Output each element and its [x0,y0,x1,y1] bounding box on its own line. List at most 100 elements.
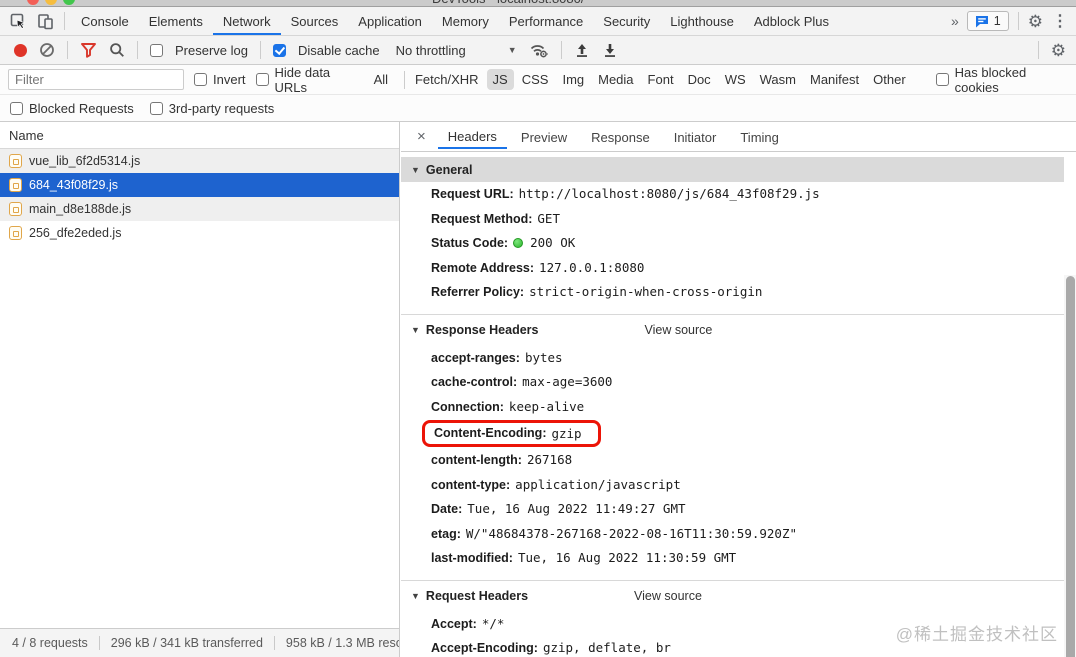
filter-type-js[interactable]: JS [486,69,514,90]
clear-requests-icon[interactable] [39,42,55,58]
filter-input[interactable] [8,69,184,90]
status-ok-dot-icon [513,238,524,248]
filter-type-doc[interactable]: Doc [682,69,717,90]
scrollbar-thumb[interactable] [1065,276,1075,657]
tab-network[interactable]: Network [212,7,281,35]
collapse-triangle-icon: ▼ [411,325,420,335]
tab-preview[interactable]: Preview [511,125,577,148]
request-details-pane: × Headers Preview Response Initiator Tim… [401,122,1076,657]
record-button[interactable] [14,43,27,57]
resources-size: 958 kB / 1.3 MB resources [285,636,399,650]
export-har-icon[interactable] [602,42,618,58]
tab-initiator[interactable]: Initiator [664,125,727,148]
divider [67,41,68,59]
filter-type-fetch-xhr[interactable]: Fetch/XHR [409,69,485,90]
preserve-log-checkbox[interactable] [150,43,163,57]
network-settings-gear-icon[interactable]: ⚙ [1051,42,1066,59]
more-tabs-chevron-icon[interactable]: » [951,13,959,29]
header-name: Request URL: [431,187,514,201]
details-tabbar: × Headers Preview Response Initiator Tim… [401,122,1076,152]
header-name: Date: [431,502,463,516]
issues-badge[interactable]: 1 [966,11,1009,31]
settings-gear-icon[interactable]: ⚙ [1028,13,1043,30]
divider [273,636,275,650]
header-name: etag: [431,526,461,541]
filter-type-media[interactable]: Media [592,69,639,90]
header-name: Status Code: [431,236,509,250]
network-conditions-icon[interactable] [529,42,549,58]
has-blocked-cookies-checkbox[interactable] [935,73,949,86]
filter-type-wasm[interactable]: Wasm [754,69,802,90]
disable-cache-label: Disable cache [297,42,380,58]
more-options-icon[interactable]: ⋮ [1052,11,1068,31]
request-row[interactable]: vue_lib_6f2d5314.js [0,149,399,173]
filter-type-css[interactable]: CSS [516,69,555,90]
inspect-element-icon[interactable] [10,13,27,30]
header-name: Request Method: [431,211,533,226]
tab-sources[interactable]: Sources [281,7,349,35]
divider [137,41,138,59]
tab-application[interactable]: Application [348,7,432,35]
filter-funnel-icon[interactable] [80,42,97,58]
third-party-requests-checkbox[interactable] [149,101,163,115]
disable-cache-checkbox[interactable] [272,43,286,57]
tab-elements[interactable]: Elements [139,7,213,35]
header-value: gzip [551,426,582,441]
filter-type-ws[interactable]: WS [719,69,752,90]
close-traffic-light[interactable] [27,0,39,5]
view-source-link[interactable]: View source [634,589,702,603]
blocked-requests-checkbox[interactable] [10,101,23,115]
header-row: Request Method: GET [401,207,1064,232]
header-name: Accept-Encoding: [431,641,538,655]
throttling-select[interactable]: No throttling ▼ [396,43,517,58]
invert-checkbox[interactable] [194,73,207,86]
header-row: Referrer Policy: strict-origin-when-cross… [401,280,1064,305]
tab-adblock-plus[interactable]: Adblock Plus [744,7,839,35]
header-value: W/"48684378-267168-2022-08-16T11:30:59.9… [465,525,798,541]
tab-timing[interactable]: Timing [730,125,789,148]
request-name: 256_dfe2eded.js [29,226,122,240]
header-value: 267168 [526,452,573,467]
request-row[interactable]: 256_dfe2eded.js [0,221,399,245]
header-row: last-modified: Tue, 16 Aug 2022 11:30:59 … [401,546,1064,571]
tab-headers[interactable]: Headers [437,124,507,149]
response-headers-section-header[interactable]: ▼ Response Headers View source [401,313,1064,346]
request-row-selected[interactable]: 684_43f08f29.js [0,173,399,197]
filter-type-font[interactable]: Font [642,69,680,90]
request-row[interactable]: main_d8e188de.js [0,197,399,221]
hide-data-urls-checkbox[interactable] [255,73,269,86]
device-toolbar-icon[interactable] [37,13,54,30]
collapse-triangle-icon: ▼ [411,164,420,175]
request-name: main_d8e188de.js [29,202,132,216]
import-har-icon[interactable] [574,42,590,58]
header-name: Connection: [431,399,504,414]
filter-type-other[interactable]: Other [867,69,912,90]
header-value: Tue, 16 Aug 2022 11:30:59 GMT [517,550,737,565]
tab-console[interactable]: Console [71,7,139,35]
tab-memory[interactable]: Memory [432,7,499,35]
divider [98,636,100,650]
header-value: strict-origin-when-cross-origin [529,284,763,299]
header-row: etag: W/"48684378-267168-2022-08-16T11:30… [401,522,1064,547]
request-headers-section-header[interactable]: ▼ Request Headers View source [401,579,1064,612]
close-icon[interactable]: × [409,128,434,145]
header-name: Accept: [431,616,477,631]
general-section-header[interactable]: ▼ General [401,157,1064,182]
section-title: Request Headers [425,589,529,603]
header-value: max-age=3600 [522,374,613,389]
maximize-traffic-light[interactable] [63,0,75,5]
tab-performance[interactable]: Performance [499,7,593,35]
minimize-traffic-light[interactable] [45,0,57,5]
mac-titlebar: DevTools - localhost:8080/ [0,0,1076,7]
tab-security[interactable]: Security [593,7,660,35]
view-source-link[interactable]: View source [644,323,712,337]
tab-lighthouse[interactable]: Lighthouse [660,7,744,35]
filter-type-img[interactable]: Img [556,69,590,90]
header-name: Remote Address: [431,260,535,275]
vertical-scrollbar[interactable] [1064,275,1076,657]
column-header-name[interactable]: Name [0,122,399,149]
search-icon[interactable] [109,42,125,58]
filter-type-all[interactable]: All [368,69,394,90]
filter-type-manifest[interactable]: Manifest [804,69,865,90]
tab-response[interactable]: Response [581,125,660,148]
